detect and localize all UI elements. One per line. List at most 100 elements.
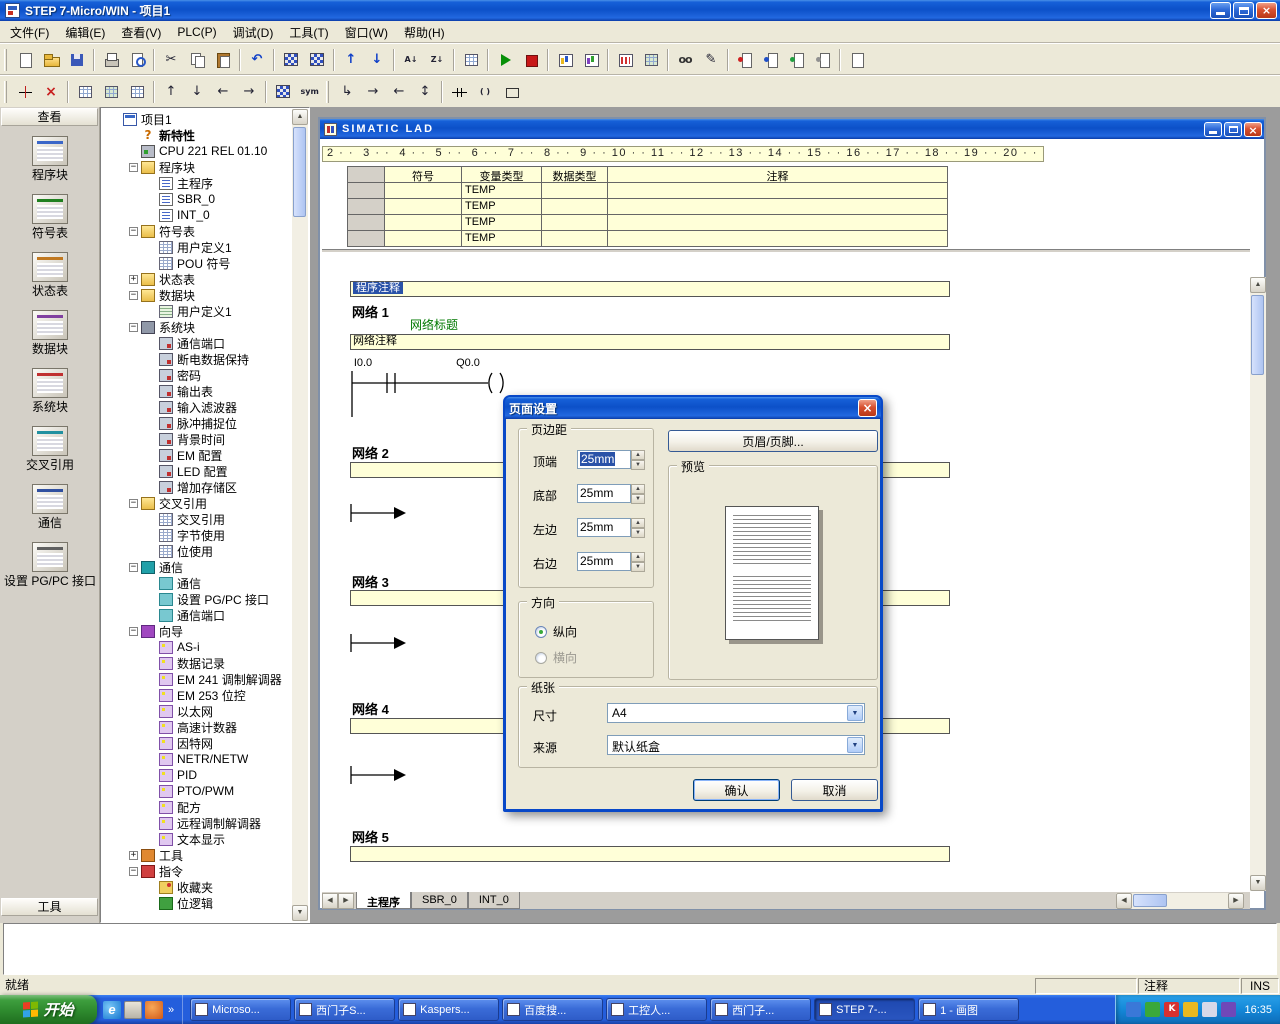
- insert-left-button[interactable]: ←: [387, 80, 411, 104]
- tree-item-recipe[interactable]: 配方: [103, 799, 291, 815]
- tree-toggle-symbol-table[interactable]: −: [129, 227, 138, 236]
- tree-item-symbol-table[interactable]: −符号表: [103, 223, 291, 239]
- variable-table-cell[interactable]: [608, 215, 948, 231]
- tray-antivirus-icon[interactable]: K: [1164, 1002, 1179, 1017]
- network-2-rung[interactable]: [350, 500, 410, 526]
- margin-right-input[interactable]: 25mm: [577, 552, 631, 571]
- upload-button[interactable]: ↑: [339, 48, 363, 72]
- tree-toggle-status-chart[interactable]: +: [129, 275, 138, 284]
- tree-scrollbar[interactable]: ▲ ▼: [292, 109, 308, 921]
- menu-file[interactable]: 文件(F): [2, 21, 57, 44]
- lad-horizontal-scrollbar[interactable]: ◀ ▶: [1116, 893, 1244, 909]
- lad-vscroll-track[interactable]: [1250, 293, 1266, 875]
- view-section-header[interactable]: 查看: [1, 108, 98, 126]
- tree-item-text-display[interactable]: 文本显示: [103, 831, 291, 847]
- tree-item-password[interactable]: 密码: [103, 367, 291, 383]
- download-button[interactable]: ↓: [365, 48, 389, 72]
- pause-program-status-button[interactable]: [579, 48, 603, 72]
- view-set-pgpc-interface[interactable]: 设置 PG/PC 接口: [0, 535, 100, 593]
- dialog-titlebar[interactable]: 页面设置 ×: [505, 397, 881, 419]
- lad-restore-button[interactable]: [1224, 122, 1242, 137]
- tools-section-header[interactable]: 工具: [1, 898, 98, 916]
- app-close-button[interactable]: ×: [1256, 2, 1277, 19]
- clear-bookmarks-button[interactable]: [811, 48, 835, 72]
- delete-network-button[interactable]: ×: [39, 80, 63, 104]
- ok-button[interactable]: 确认: [693, 779, 780, 801]
- menu-window[interactable]: 窗口(W): [337, 21, 396, 44]
- tree-item-em241-modem[interactable]: EM 241 调制解调器: [103, 671, 291, 687]
- cancel-button[interactable]: 取消: [791, 779, 878, 801]
- lad-vscroll-thumb[interactable]: [1251, 295, 1264, 375]
- view-communications[interactable]: 通信: [0, 477, 100, 535]
- tree-item-instructions[interactable]: −指令: [103, 863, 291, 879]
- tree-item-netr-netw[interactable]: NETR/NETW: [103, 751, 291, 767]
- menu-view[interactable]: 查看(V): [113, 21, 169, 44]
- tree-item-program-block[interactable]: −程序块: [103, 159, 291, 175]
- new-project-button[interactable]: [13, 48, 37, 72]
- taskbar-baidu-search[interactable]: 百度搜...: [502, 998, 603, 1021]
- ql-internet-explorer-icon[interactable]: e: [103, 1001, 121, 1019]
- variable-table-cell[interactable]: [385, 215, 462, 231]
- variable-table-cell[interactable]: TEMP: [462, 183, 542, 199]
- compile-button[interactable]: [279, 48, 303, 72]
- menu-debug[interactable]: 调试(D): [225, 21, 282, 44]
- orientation-landscape[interactable]: 横向: [529, 642, 649, 668]
- sort-ascending-button[interactable]: A↓: [399, 48, 423, 72]
- tree-item-em-configurations[interactable]: EM 配置: [103, 447, 291, 463]
- ql-show-desktop-icon[interactable]: [124, 1001, 142, 1019]
- lad-hscroll-thumb[interactable]: [1133, 894, 1167, 907]
- tree-item-background-time[interactable]: 背景时间: [103, 431, 291, 447]
- tree-item-remote-modem[interactable]: 远程调制解调器: [103, 815, 291, 831]
- contact-operand[interactable]: I0.0: [341, 357, 385, 369]
- toolbar-grip[interactable]: [4, 81, 7, 103]
- line-left-button[interactable]: ←: [211, 80, 235, 104]
- scroll-right-icon[interactable]: ▶: [1228, 893, 1244, 909]
- line-up-button[interactable]: ↑: [159, 80, 183, 104]
- spin-up-icon[interactable]: ▲: [631, 484, 645, 494]
- view-symbol-table[interactable]: 符号表: [0, 187, 100, 245]
- coil-operand[interactable]: Q0.0: [446, 357, 490, 369]
- tree-item-retentive-data[interactable]: 断电数据保持: [103, 351, 291, 367]
- tab-scroll-left-icon[interactable]: ◀: [322, 893, 338, 909]
- tree-item-set-pgpc-interface[interactable]: 设置 PG/PC 接口: [103, 591, 291, 607]
- ql-overflow-chevron-icon[interactable]: »: [166, 1004, 176, 1016]
- row-header-cell[interactable]: [347, 231, 385, 247]
- taskbar-microsoft[interactable]: Microso...: [190, 998, 291, 1021]
- tree-item-communication-ports[interactable]: 通信端口: [103, 607, 291, 623]
- menu-plc[interactable]: PLC(P): [169, 22, 224, 42]
- landscape-radio[interactable]: [535, 652, 547, 664]
- menu-help[interactable]: 帮助(H): [396, 21, 453, 44]
- margin-bottom-input[interactable]: 25mm: [577, 484, 631, 503]
- portrait-radio[interactable]: [535, 626, 547, 638]
- toggle-addressing-button[interactable]: [271, 80, 295, 104]
- spin-down-icon[interactable]: ▼: [631, 494, 645, 504]
- options-button[interactable]: [459, 48, 483, 72]
- tab-sbr-0[interactable]: SBR_0: [411, 892, 468, 909]
- tree-item-internet[interactable]: 因特网: [103, 735, 291, 751]
- insert-vertical-button[interactable]: ↕: [413, 80, 437, 104]
- tree-item-pou-symbols[interactable]: POU 符号: [103, 255, 291, 271]
- tree-item-ethernet[interactable]: 以太网: [103, 703, 291, 719]
- spin-up-icon[interactable]: ▲: [631, 552, 645, 562]
- cut-button[interactable]: ✂: [159, 48, 183, 72]
- spin-down-icon[interactable]: ▼: [631, 460, 645, 470]
- view-status-chart[interactable]: 状态表: [0, 245, 100, 303]
- taskbar-kaspersky[interactable]: Kaspers...: [398, 998, 499, 1021]
- menu-tools[interactable]: 工具(T): [281, 21, 336, 44]
- network-1-title[interactable]: 网络标题: [410, 316, 458, 333]
- tray-network-icon[interactable]: [1221, 1002, 1236, 1017]
- view-symbolic-addressing-button[interactable]: oo: [673, 48, 697, 72]
- spin-up-icon[interactable]: ▲: [631, 518, 645, 528]
- lad-titlebar[interactable]: SIMATIC LAD ×: [320, 119, 1264, 139]
- view-cross-reference[interactable]: 交叉引用: [0, 419, 100, 477]
- lad-close-button[interactable]: ×: [1244, 122, 1262, 137]
- toolbar-grip[interactable]: [4, 49, 7, 71]
- tree-item-communications[interactable]: 通信: [103, 575, 291, 591]
- spin-down-icon[interactable]: ▼: [631, 528, 645, 538]
- insert-right-button[interactable]: →: [361, 80, 385, 104]
- tree-item-data-block[interactable]: −数据块: [103, 287, 291, 303]
- insert-branch-button[interactable]: ↳: [335, 80, 359, 104]
- stop-button[interactable]: [519, 48, 543, 72]
- network-1-comment-bar[interactable]: 网络注释: [350, 334, 950, 350]
- tree-item-input-filters[interactable]: 输入滤波器: [103, 399, 291, 415]
